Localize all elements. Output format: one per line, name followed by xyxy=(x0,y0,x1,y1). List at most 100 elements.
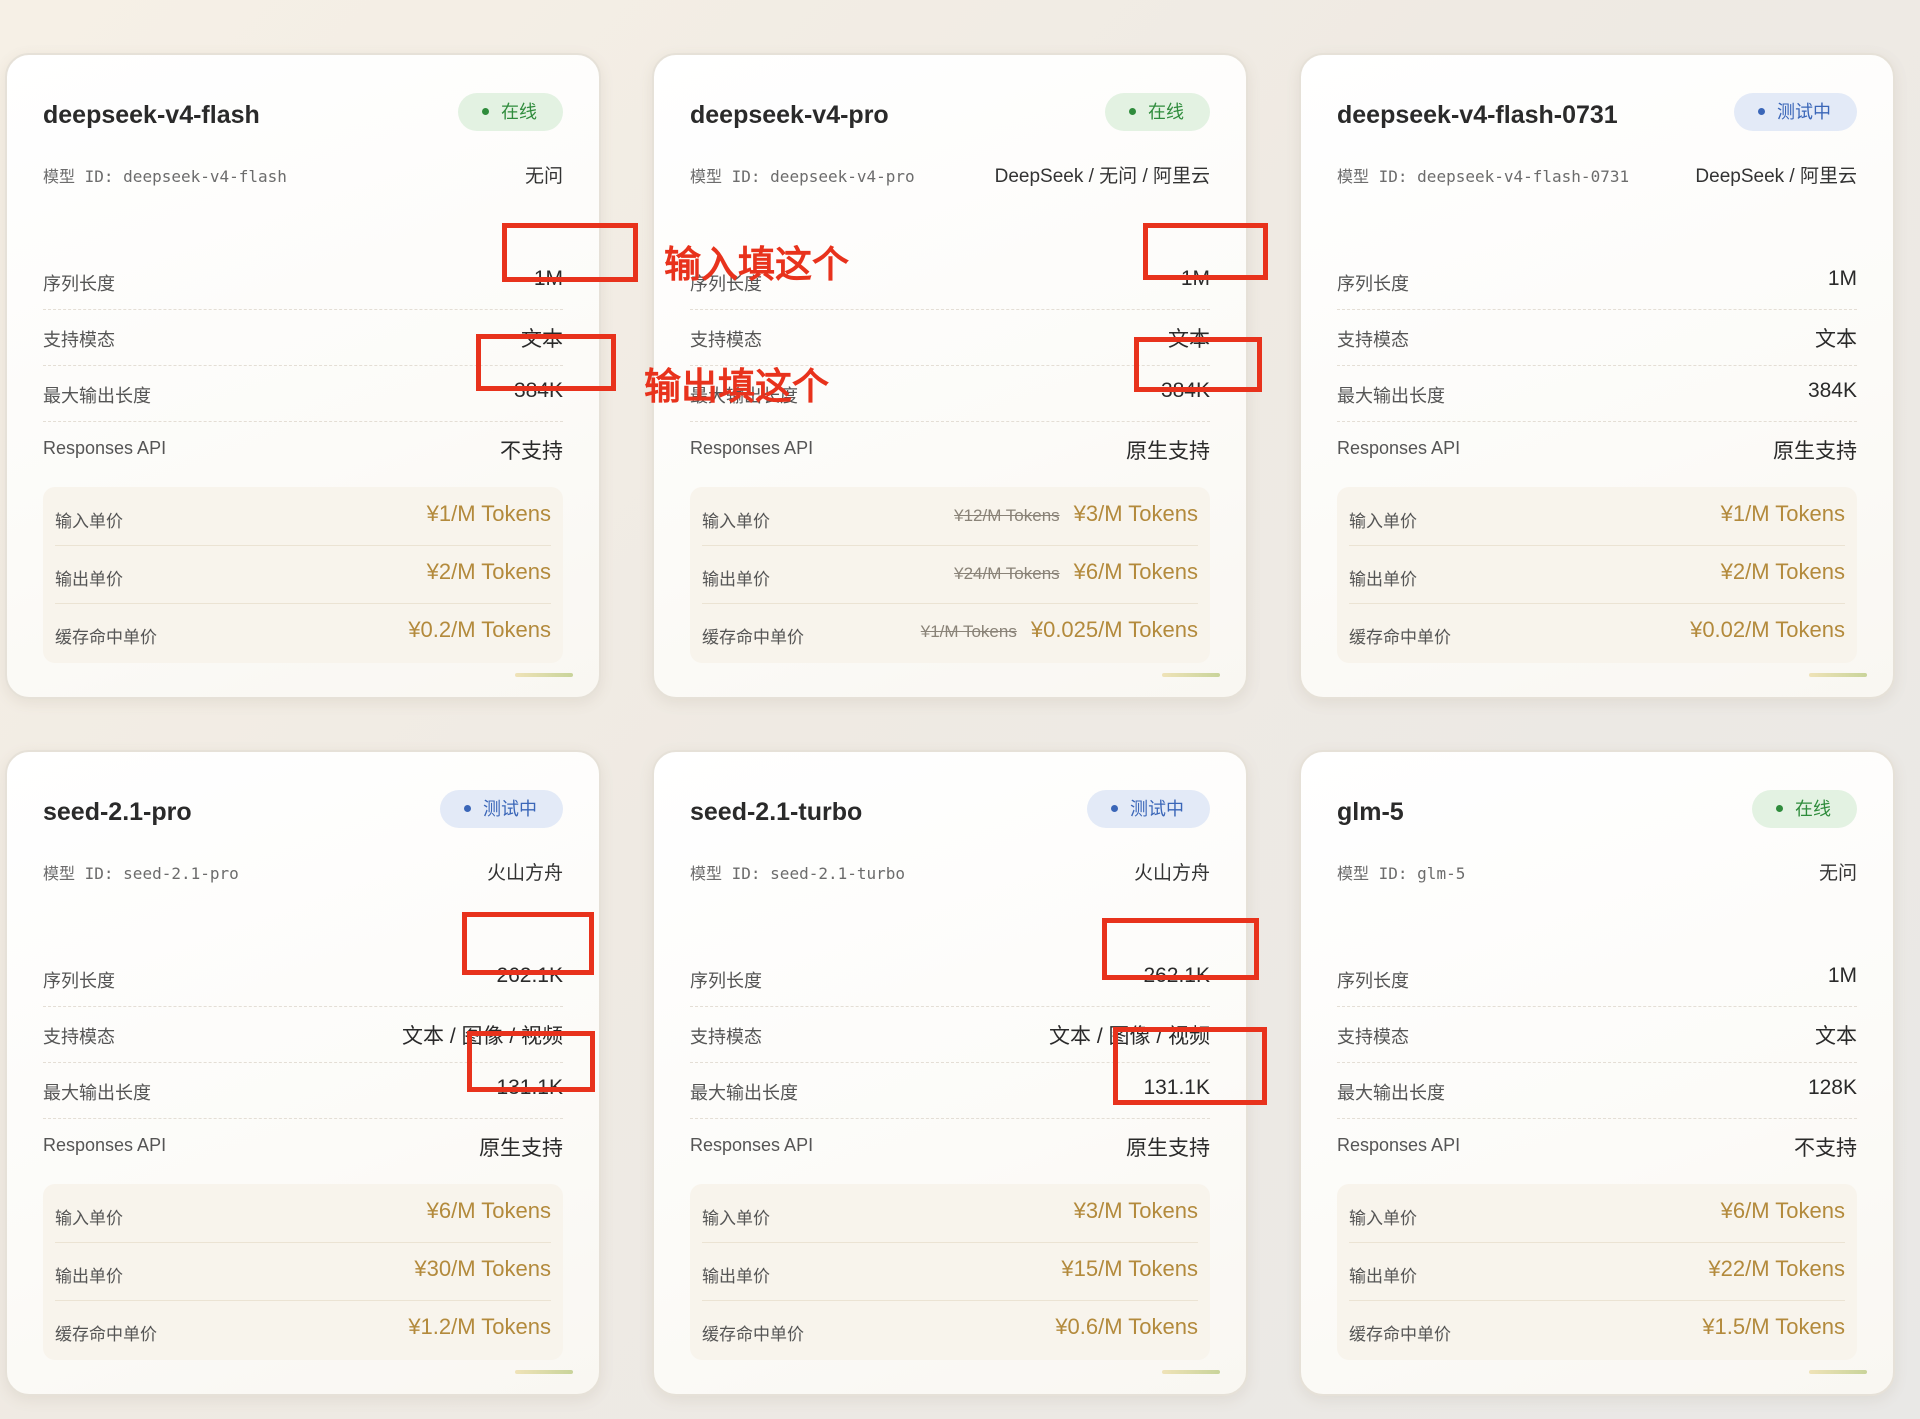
price-label: 缓存命中单价 xyxy=(55,628,157,647)
price-row-output: 输出单价 ¥24/M Tokens ¥6/M Tokens xyxy=(702,545,1198,604)
price-label: 缓存命中单价 xyxy=(1349,1325,1451,1344)
status-text: 在线 xyxy=(501,102,537,122)
spec-label: 序列长度 xyxy=(1337,274,1409,294)
responses-api-value: 不支持 xyxy=(1794,1137,1857,1160)
model-id: 模型 ID: deepseek-v4-flash xyxy=(43,163,287,187)
seq-len-value: 1M xyxy=(1827,267,1857,290)
max-output-value: 131.1K xyxy=(1143,1076,1210,1099)
price-label: 输出单价 xyxy=(702,1267,770,1286)
card-accent-bar xyxy=(1162,673,1220,677)
seq-len-value: 1M xyxy=(1827,964,1857,987)
spec-row-responses-api: Responses API 原生支持 xyxy=(690,421,1210,477)
responses-api-value: 不支持 xyxy=(500,440,563,463)
model-id-value: deepseek-v4-flash xyxy=(123,167,287,186)
spec-label: 支持模态 xyxy=(1337,1027,1409,1047)
output-price-value: ¥15/M Tokens xyxy=(1061,1256,1198,1281)
price-row-output: 输出单价 ¥2/M Tokens xyxy=(1349,545,1845,604)
status-dot-icon xyxy=(1129,107,1136,115)
price-row-cache: 缓存命中单价 ¥0.6/M Tokens xyxy=(702,1300,1198,1358)
price-row-cache: 缓存命中单价 ¥0.2/M Tokens xyxy=(55,603,551,661)
model-id-row: 模型 ID: deepseek-v4-pro DeepSeek / 无问 / 阿… xyxy=(690,159,1210,189)
responses-api-value: 原生支持 xyxy=(1126,440,1210,463)
model-card[interactable]: seed-2.1-turbo 测试中 模型 ID: seed-2.1-turbo… xyxy=(652,750,1248,1396)
price-row-output: 输出单价 ¥15/M Tokens xyxy=(702,1242,1198,1301)
card-header: deepseek-v4-flash 在线 xyxy=(43,93,563,139)
spec-row-max-output: 最大输出长度 384K xyxy=(43,365,563,422)
model-id: 模型 ID: glm-5 xyxy=(1337,860,1465,884)
model-name: seed-2.1-pro xyxy=(43,798,192,826)
seq-len-value: 1M xyxy=(1180,267,1210,290)
model-card[interactable]: glm-5 在线 模型 ID: glm-5 无问 序列长度 1M 支持模态 文本… xyxy=(1299,750,1895,1396)
responses-api-value: 原生支持 xyxy=(479,1137,563,1160)
pricing-panel: 输入单价 ¥6/M Tokens 输出单价 ¥22/M Tokens 缓存命中单… xyxy=(1337,1184,1857,1360)
price-row-input: 输入单价 ¥12/M Tokens ¥3/M Tokens xyxy=(702,487,1198,546)
modality-value: 文本 / 图像 / 视频 xyxy=(401,1025,563,1048)
spec-row-modality: 支持模态 文本 xyxy=(1337,309,1857,366)
model-card[interactable]: deepseek-v4-flash 在线 模型 ID: deepseek-v4-… xyxy=(5,53,601,699)
model-name: deepseek-v4-pro xyxy=(690,101,889,129)
modality-value: 文本 xyxy=(1815,1025,1857,1048)
spec-row-modality: 支持模态 文本 / 图像 / 视频 xyxy=(43,1006,563,1063)
modality-value: 文本 xyxy=(521,328,563,351)
responses-api-value: 原生支持 xyxy=(1126,1137,1210,1160)
spec-label: 最大输出长度 xyxy=(690,1083,798,1103)
model-id-label: 模型 ID: xyxy=(690,864,771,883)
status-text: 在线 xyxy=(1795,799,1831,819)
price-label: 输入单价 xyxy=(55,1209,123,1228)
status-text: 测试中 xyxy=(1777,102,1831,122)
status-dot-icon xyxy=(1758,107,1765,115)
spec-label: Responses API xyxy=(43,438,167,458)
modality-value: 文本 / 图像 / 视频 xyxy=(1048,1025,1210,1048)
spec-label: 支持模态 xyxy=(690,330,762,350)
price-row-output: 输出单价 ¥22/M Tokens xyxy=(1349,1242,1845,1301)
cache-price-value: ¥0.6/M Tokens xyxy=(1055,1314,1198,1339)
card-header: seed-2.1-turbo 测试中 xyxy=(690,790,1210,836)
status-badge: 在线 xyxy=(458,93,563,131)
card-accent-bar xyxy=(1162,1370,1220,1374)
input-price-value: ¥1/M Tokens xyxy=(426,501,551,526)
card-accent-bar xyxy=(515,673,573,677)
input-price-value: ¥6/M Tokens xyxy=(426,1198,551,1223)
provider-list: 无问 xyxy=(524,166,563,187)
price-label: 缓存命中单价 xyxy=(702,1325,804,1344)
model-card[interactable]: deepseek-v4-flash-0731 测试中 模型 ID: deepse… xyxy=(1299,53,1895,699)
price-row-output: 输出单价 ¥30/M Tokens xyxy=(55,1242,551,1301)
spec-row-seq-len: 序列长度 1M xyxy=(1337,950,1857,1007)
original-price: ¥12/M Tokens xyxy=(954,506,1060,525)
model-id-label: 模型 ID: xyxy=(1337,167,1418,186)
price-label: 缓存命中单价 xyxy=(1349,628,1451,647)
original-price: ¥1/M Tokens xyxy=(920,622,1017,641)
price-label: 输入单价 xyxy=(702,512,770,531)
price-label: 输出单价 xyxy=(702,570,770,589)
price-label: 缓存命中单价 xyxy=(55,1325,157,1344)
model-card[interactable]: seed-2.1-pro 测试中 模型 ID: seed-2.1-pro 火山方… xyxy=(5,750,601,1396)
spec-row-max-output: 最大输出长度 384K xyxy=(1337,365,1857,422)
model-id-value: seed-2.1-turbo xyxy=(770,864,906,883)
spec-row-responses-api: Responses API 不支持 xyxy=(1337,1118,1857,1174)
model-id-row: 模型 ID: deepseek-v4-flash 无问 xyxy=(43,159,563,189)
output-price-value: ¥2/M Tokens xyxy=(426,559,551,584)
model-id-label: 模型 ID: xyxy=(43,864,124,883)
spec-row-max-output: 最大输出长度 131.1K xyxy=(690,1062,1210,1119)
max-output-value: 131.1K xyxy=(496,1076,563,1099)
spec-label: 最大输出长度 xyxy=(43,386,151,406)
spec-label: 最大输出长度 xyxy=(43,1083,151,1103)
spec-label: 支持模态 xyxy=(690,1027,762,1047)
max-output-value: 384K xyxy=(1160,379,1210,402)
spec-label: 支持模态 xyxy=(43,1027,115,1047)
cache-price-value: ¥1.2/M Tokens xyxy=(408,1314,551,1339)
pricing-panel: 输入单价 ¥12/M Tokens ¥3/M Tokens 输出单价 ¥24/M … xyxy=(690,487,1210,663)
price-label: 输出单价 xyxy=(55,570,123,589)
output-price-value: ¥2/M Tokens xyxy=(1720,559,1845,584)
spec-label: 序列长度 xyxy=(1337,971,1409,991)
max-output-value: 384K xyxy=(513,379,563,402)
spec-label: 序列长度 xyxy=(43,971,115,991)
spec-label: 最大输出长度 xyxy=(1337,386,1445,406)
spec-row-seq-len: 序列长度 262.1K xyxy=(43,950,563,1007)
max-output-value: 384K xyxy=(1807,379,1857,402)
model-id-value: glm-5 xyxy=(1417,864,1466,883)
model-id: 模型 ID: seed-2.1-pro xyxy=(43,860,239,884)
spec-row-max-output: 最大输出长度 128K xyxy=(1337,1062,1857,1119)
model-name: seed-2.1-turbo xyxy=(690,798,863,826)
price-row-cache: 缓存命中单价 ¥1.2/M Tokens xyxy=(55,1300,551,1358)
